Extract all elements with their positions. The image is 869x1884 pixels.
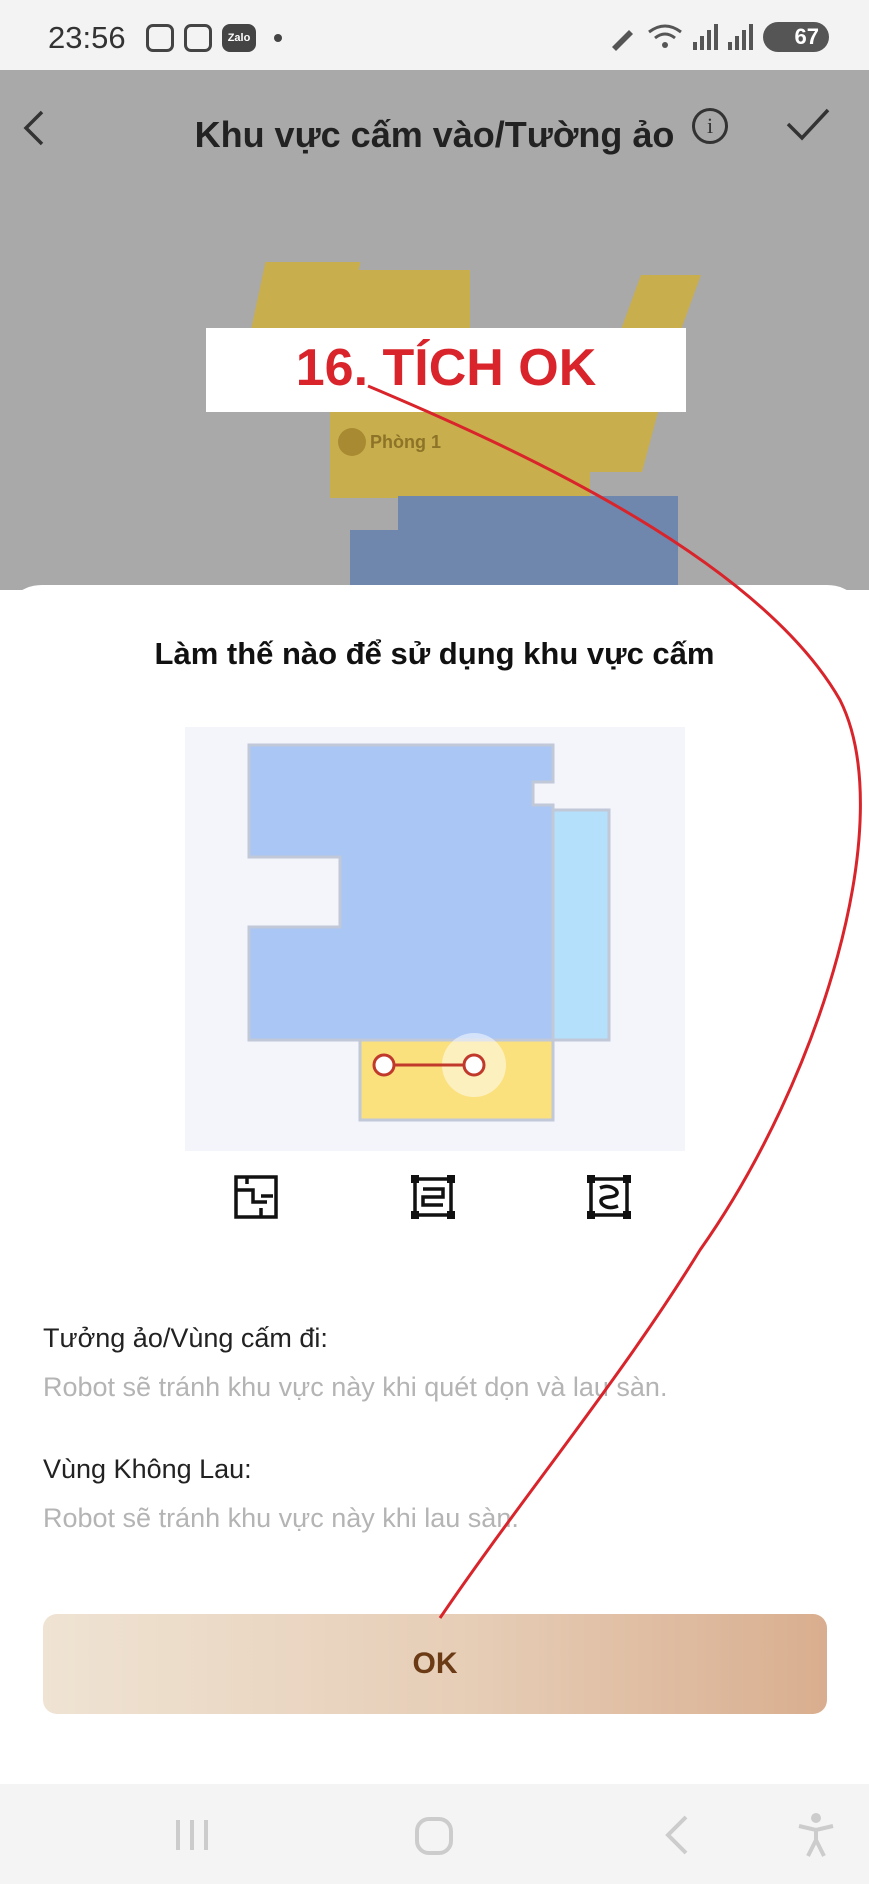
screenshot-icon <box>184 24 212 52</box>
accessibility-icon[interactable] <box>796 1812 836 1858</box>
status-bar: 23:56 Zalo 67 <box>0 0 869 70</box>
info-icon[interactable]: i <box>692 108 728 144</box>
no-mop-zone-description: Robot sẽ tránh khu vực này khi lau sàn. <box>43 1503 519 1533</box>
annotation-text: 16. TÍCH OK <box>295 339 597 397</box>
system-icons: 67 <box>607 22 829 52</box>
recent-apps-icon[interactable] <box>174 1818 210 1852</box>
home-button-icon[interactable] <box>414 1816 454 1856</box>
map-room-blue <box>350 530 410 588</box>
no-mop-zone-title: Vùng Không Lau: <box>43 1454 252 1484</box>
signal-icon <box>693 24 718 50</box>
signal-icon-2 <box>728 24 753 50</box>
pen-icon <box>612 30 633 51</box>
confirm-check-icon[interactable] <box>784 104 832 144</box>
virtual-wall-description: Robot sẽ tránh khu vực này khi quét dọn … <box>43 1372 668 1402</box>
notification-icons: Zalo <box>146 24 282 52</box>
map-room-blue <box>398 496 678 588</box>
more-notifications-dot <box>274 34 282 42</box>
no-go-zone-illustration <box>185 727 685 1151</box>
status-time: 23:56 <box>48 20 126 55</box>
no-mop-zone-tool-icon[interactable] <box>586 1174 632 1220</box>
sheet-title: Làm thế nào để sử dụng khu vực cấm <box>154 636 715 671</box>
ok-button[interactable]: OK <box>43 1614 827 1714</box>
navigation-bar <box>0 1784 869 1884</box>
back-button-icon[interactable] <box>662 1814 692 1856</box>
virtual-wall-tool-icon[interactable] <box>233 1174 279 1220</box>
room-label-text: Phòng 1 <box>370 431 441 452</box>
room-label[interactable]: Phòng 1 <box>338 428 441 456</box>
virtual-wall-title: Tưởng ảo/Vùng cấm đi: <box>43 1323 328 1353</box>
map-room-yellow <box>330 270 470 330</box>
zalo-icon: Zalo <box>222 24 256 52</box>
no-go-zone-tool-icon[interactable] <box>410 1174 456 1220</box>
instagram-icon <box>146 24 174 52</box>
home-icon <box>338 428 366 456</box>
battery-indicator: 67 <box>763 22 829 52</box>
page-title: Khu vực cấm vào/Tường ảo <box>194 114 675 155</box>
wifi-icon <box>648 24 682 48</box>
